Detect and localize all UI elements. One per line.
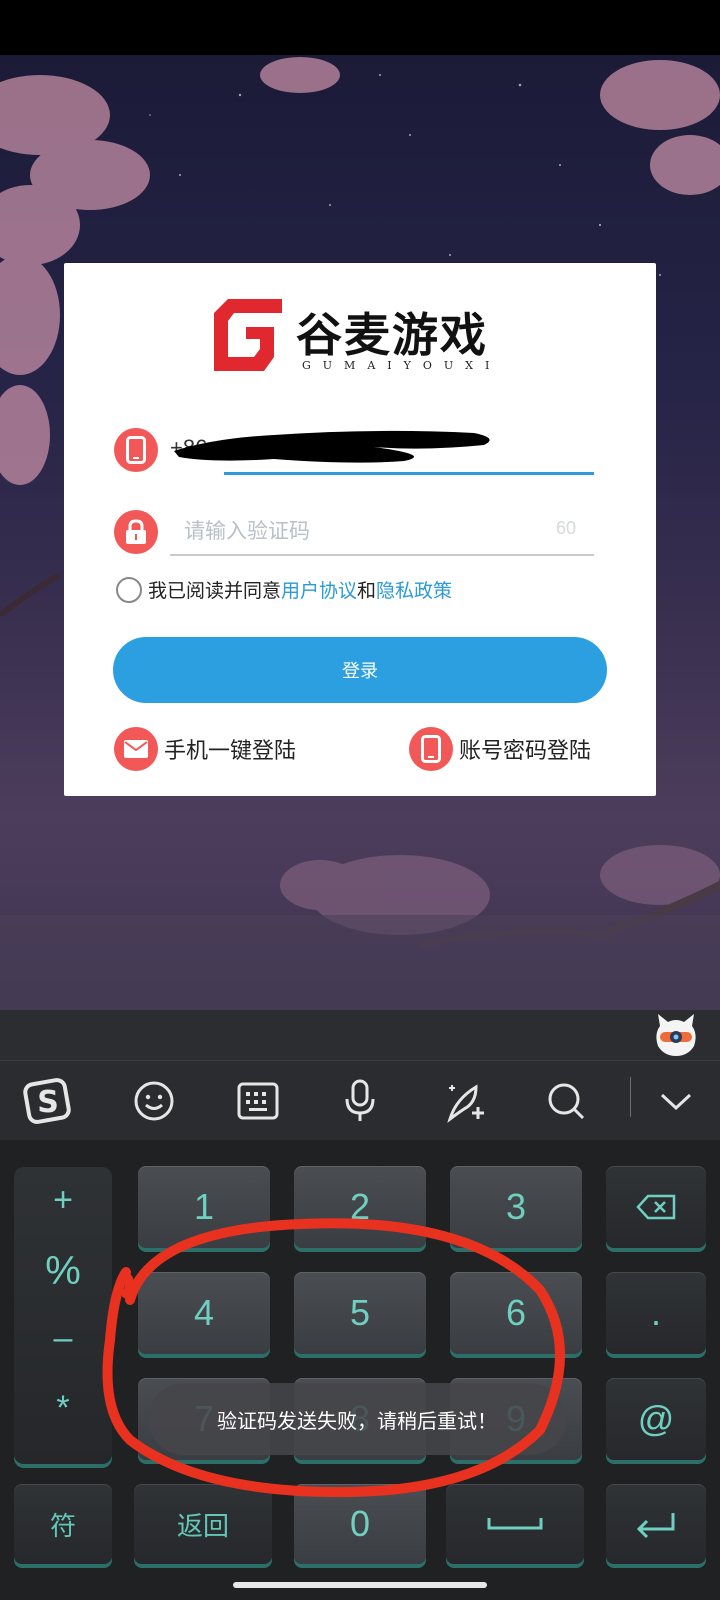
key-2-label: 2 xyxy=(349,1186,371,1227)
dot-key-label: . xyxy=(650,1292,661,1333)
key-5-label: 5 xyxy=(349,1292,371,1333)
percent-key[interactable]: % xyxy=(14,1249,112,1294)
key-1-label: 1 xyxy=(193,1186,215,1227)
one-tap-login-button[interactable]: 手机一键登陆 xyxy=(114,727,296,771)
handwriting-icon[interactable] xyxy=(436,1073,492,1129)
phone-icon xyxy=(409,727,453,771)
return-key[interactable]: 返回 xyxy=(134,1484,272,1564)
status-bar xyxy=(0,0,720,55)
gumai-logo-icon xyxy=(214,299,282,371)
brand-logo: 谷麦游戏 GUMAIYOUXI xyxy=(214,299,504,379)
privacy-policy-link[interactable]: 隐私政策 xyxy=(376,580,452,602)
toolbar-divider xyxy=(630,1077,631,1117)
phone-field-underline xyxy=(224,472,594,475)
brand-name-cn: 谷麦游戏 xyxy=(296,308,488,362)
password-login-button[interactable]: 账号密码登陆 xyxy=(409,727,591,771)
key-0[interactable]: 0 xyxy=(294,1484,426,1564)
dot-key[interactable]: . xyxy=(606,1272,706,1354)
space-icon xyxy=(487,1518,543,1530)
at-key[interactable]: @ xyxy=(606,1378,706,1460)
key-2[interactable]: 2 xyxy=(294,1166,426,1248)
key-6-label: 6 xyxy=(505,1292,527,1333)
agreement-text: 我已阅读并同意用户协议和隐私政策 xyxy=(148,576,452,603)
svg-text:S: S xyxy=(37,1085,59,1120)
phone-number-redaction xyxy=(174,430,490,463)
one-tap-login-label: 手机一键登陆 xyxy=(164,739,297,764)
keyboard-layout-icon[interactable] xyxy=(230,1073,286,1129)
keyboard-toolbar: S xyxy=(0,1060,720,1140)
return-key-label: 返回 xyxy=(176,1511,229,1542)
key-1[interactable]: 1 xyxy=(138,1166,270,1248)
home-indicator[interactable] xyxy=(233,1582,487,1588)
code-field-underline xyxy=(170,554,594,556)
space-key[interactable] xyxy=(446,1484,584,1564)
error-toast: 验证码发送失败，请稍后重试！ xyxy=(148,1383,566,1455)
microphone-icon[interactable] xyxy=(332,1073,388,1129)
keyboard-mascot-icon[interactable] xyxy=(652,1012,700,1060)
search-icon[interactable] xyxy=(538,1073,594,1129)
asterisk-key[interactable]: * xyxy=(14,1389,112,1428)
key-3[interactable]: 3 xyxy=(450,1166,582,1248)
at-key-label: @ xyxy=(637,1398,675,1439)
agreement-and: 和 xyxy=(357,580,377,602)
phone-icon xyxy=(114,428,158,472)
minus-key[interactable]: – xyxy=(14,1319,112,1358)
lock-icon xyxy=(114,510,158,554)
key-3-label: 3 xyxy=(505,1186,527,1227)
resend-countdown: 60 xyxy=(556,518,577,538)
agreement-row: 我已阅读并同意用户协议和隐私政策 xyxy=(116,576,452,603)
backspace-key[interactable] xyxy=(606,1166,706,1248)
symbol-column[interactable]: + % – * xyxy=(14,1167,112,1464)
login-card: 谷麦游戏 GUMAIYOUXI +86 请输入验证码 60 我已阅读并同意用户协… xyxy=(64,263,656,796)
password-login-label: 账号密码登陆 xyxy=(459,739,592,764)
collapse-keyboard-icon[interactable] xyxy=(648,1073,704,1129)
plus-key[interactable]: + xyxy=(14,1181,112,1220)
symbols-key[interactable]: 符 xyxy=(14,1484,112,1564)
keyboard-top-strip xyxy=(0,1010,720,1060)
user-agreement-link[interactable]: 用户协议 xyxy=(281,580,357,602)
key-6[interactable]: 6 xyxy=(450,1272,582,1354)
enter-icon xyxy=(636,1513,675,1539)
enter-key[interactable] xyxy=(606,1484,706,1564)
envelope-icon xyxy=(114,727,158,771)
key-5[interactable]: 5 xyxy=(294,1272,426,1354)
agreement-checkbox[interactable] xyxy=(116,576,142,603)
login-button[interactable]: 登录 xyxy=(113,637,607,703)
emoji-icon[interactable] xyxy=(126,1073,182,1129)
key-0-label: 0 xyxy=(349,1503,371,1544)
key-4[interactable]: 4 xyxy=(138,1272,270,1354)
agreement-prefix: 我已阅读并同意 xyxy=(148,580,282,602)
key-4-label: 4 xyxy=(193,1292,215,1333)
sogou-logo-button[interactable]: S xyxy=(20,1073,76,1129)
symbols-key-label: 符 xyxy=(49,1511,76,1542)
verification-code-placeholder: 请输入验证码 xyxy=(184,519,310,543)
brand-name-en: GUMAIYOUXI xyxy=(302,359,502,372)
backspace-icon xyxy=(636,1194,676,1220)
